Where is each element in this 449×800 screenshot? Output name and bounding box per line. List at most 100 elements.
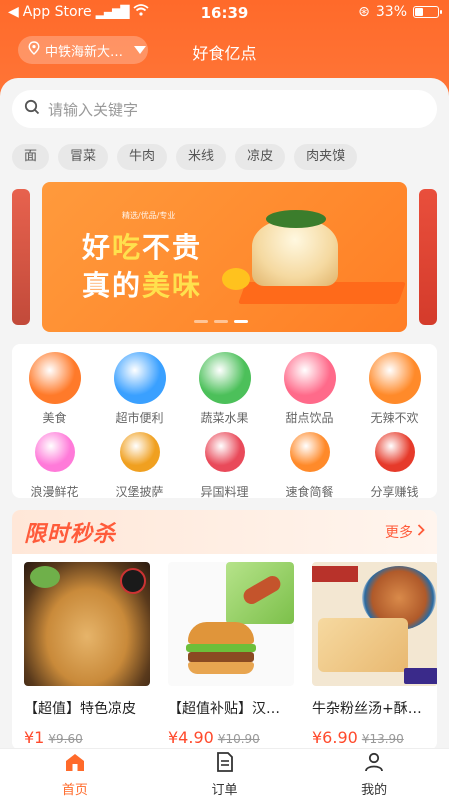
shop-icon <box>113 352 166 404</box>
product-price: ¥6.90 ¥13.90 <box>312 728 404 747</box>
product-name: 牛杂粉丝汤+酥… <box>312 701 422 717</box>
carousel-dot[interactable] <box>194 320 208 323</box>
carousel-dot[interactable] <box>214 320 228 323</box>
tab-profile[interactable]: 我的 <box>299 749 449 800</box>
fruit-icon <box>198 352 251 404</box>
tab-label: 我的 <box>361 782 388 798</box>
watermark-logo <box>404 668 437 684</box>
home-icon <box>64 752 86 776</box>
category-label: 超市便利 <box>115 411 164 425</box>
search-input[interactable]: 请输入关键字 <box>12 90 437 128</box>
product-list: 【超值】特色凉皮 ¥1¥9.60 【超值补贴】汉… ¥4.90¥10.90 <box>24 562 437 747</box>
carousel-dot[interactable] <box>234 320 248 323</box>
category-item[interactable]: 甜点饮品 <box>267 352 352 426</box>
user-icon <box>364 752 384 776</box>
category-label: 速食简餐 <box>285 485 334 499</box>
hot-tag[interactable]: 米线 <box>176 144 227 170</box>
battery-icon <box>413 6 442 18</box>
category-item[interactable]: 异国料理 <box>182 426 267 500</box>
hot-tag[interactable]: 冒菜 <box>58 144 109 170</box>
category-label: 蔬菜水果 <box>200 411 249 425</box>
bowl-icon <box>289 432 330 472</box>
sausage-lettuce-image <box>226 562 294 624</box>
category-item[interactable]: 美食 <box>12 352 97 426</box>
search-icon <box>24 99 40 119</box>
logo-badge-icon <box>120 568 146 594</box>
red-envelope-icon <box>374 432 415 472</box>
category-item[interactable]: 蔬菜水果 <box>182 352 267 426</box>
category-label: 甜点饮品 <box>285 411 334 425</box>
category-label: 分享赚钱 <box>370 485 419 499</box>
flower-icon <box>34 432 75 472</box>
sushi-icon <box>204 432 245 472</box>
product-name: 【超值补贴】汉… <box>168 701 280 717</box>
greens-garnish <box>30 566 60 588</box>
product-image-burger <box>168 562 294 686</box>
category-label: 汉堡披萨 <box>115 485 164 499</box>
mango-image <box>222 268 250 290</box>
tab-label: 订单 <box>211 782 238 798</box>
app-title: 好食亿点 <box>192 44 257 63</box>
category-label: 美食 <box>42 411 67 425</box>
rotation-lock-icon: ⊛ <box>358 4 370 20</box>
category-label: 浪漫鲜花 <box>30 485 79 499</box>
more-link[interactable]: 更多 <box>385 522 425 542</box>
flash-sale-title: 限时秒杀 <box>24 522 117 547</box>
battery-fill <box>415 8 423 16</box>
category-item[interactable]: 分享赚钱 <box>352 426 437 500</box>
flash-sale-header: 限时秒杀 更多 <box>12 510 437 554</box>
hot-tag[interactable]: 面 <box>12 144 50 170</box>
product-name: 【超值】特色凉皮 <box>24 701 136 717</box>
category-item[interactable]: 浪漫鲜花 <box>12 426 97 500</box>
fork-spoon-icon <box>28 352 81 404</box>
tab-label: 首页 <box>61 782 88 798</box>
product-image-soup <box>312 562 437 686</box>
status-bar: ◀ App Store ▂▄▆█ 16:39 ⊛ 33% <box>0 0 449 26</box>
shop-sign-graphic <box>312 566 358 582</box>
category-item[interactable]: 无辣不欢 <box>352 352 437 426</box>
category-item[interactable]: 速食简餐 <box>267 426 352 500</box>
home-content: 请输入关键字 面 冒菜 牛肉 米线 凉皮 肉夹馍 精选/优品/专业 好吃不贵 真… <box>0 78 449 750</box>
banner-prev-peek[interactable] <box>12 189 30 325</box>
category-label: 异国料理 <box>200 485 249 499</box>
order-document-icon <box>216 751 234 776</box>
hot-tag[interactable]: 凉皮 <box>235 144 286 170</box>
banner-small-text: 精选/优品/专业 <box>122 211 176 220</box>
category-label: 无辣不欢 <box>370 411 419 425</box>
product-image-liangpi <box>24 562 150 686</box>
banner-headline-1: 好吃不贵 <box>82 231 203 264</box>
navbar: 中铁海新大… 好食亿点 <box>0 34 449 70</box>
burger-bun-bottom <box>188 662 254 674</box>
status-right: ⊛ 33% <box>358 4 442 20</box>
product-price: ¥1 ¥9.60 <box>24 728 83 747</box>
hot-tag[interactable]: 肉夹馍 <box>294 144 358 170</box>
pastry-plate-image <box>318 618 408 672</box>
promo-banner[interactable]: 精选/优品/专业 好吃不贵 真的美味 <box>42 182 407 332</box>
product-price: ¥4.90 ¥10.90 <box>168 728 260 747</box>
burger-lettuce <box>186 644 256 652</box>
banner-next-peek[interactable] <box>419 189 437 325</box>
burger-patty <box>188 652 254 662</box>
search-placeholder: 请输入关键字 <box>48 100 139 119</box>
tab-orders[interactable]: 订单 <box>150 749 300 800</box>
burger-icon <box>119 432 160 472</box>
chili-icon <box>368 352 421 404</box>
carousel-dots <box>194 320 248 323</box>
flash-sale-section: 限时秒杀 更多 【超值】特色凉皮 ¥1 ¥9.60 【超值补贴】汉… ¥4.90… <box>12 510 437 750</box>
hot-tag[interactable]: 牛肉 <box>117 144 168 170</box>
battery-percent: 33% <box>375 4 407 20</box>
category-item[interactable]: 超市便利 <box>97 352 182 426</box>
chevron-right-icon <box>417 524 425 540</box>
product-card[interactable]: 【超值补贴】汉… ¥4.90 ¥10.90 <box>168 562 294 747</box>
burger-bun-top <box>188 622 254 644</box>
category-item[interactable]: 汉堡披萨 <box>97 426 182 500</box>
category-grid: 美食 超市便利 蔬菜水果 甜点饮品 无辣不欢浪漫鲜花 汉堡披萨 异国料理 速食简餐 分享赚钱 <box>12 344 437 500</box>
tab-home[interactable]: 首页 <box>0 749 150 800</box>
product-card[interactable]: 【超值】特色凉皮 ¥1 ¥9.60 <box>24 562 150 747</box>
hot-tags: 面 冒菜 牛肉 米线 凉皮 肉夹馍 <box>12 144 358 170</box>
cake-image <box>252 210 338 286</box>
bottom-tab-bar: 首页 订单 我的 <box>0 748 449 800</box>
drink-icon <box>283 352 336 404</box>
product-card[interactable]: 牛杂粉丝汤+酥… ¥6.90 ¥13.90 <box>312 562 437 747</box>
banner-headline-2: 真的美味 <box>82 269 203 302</box>
